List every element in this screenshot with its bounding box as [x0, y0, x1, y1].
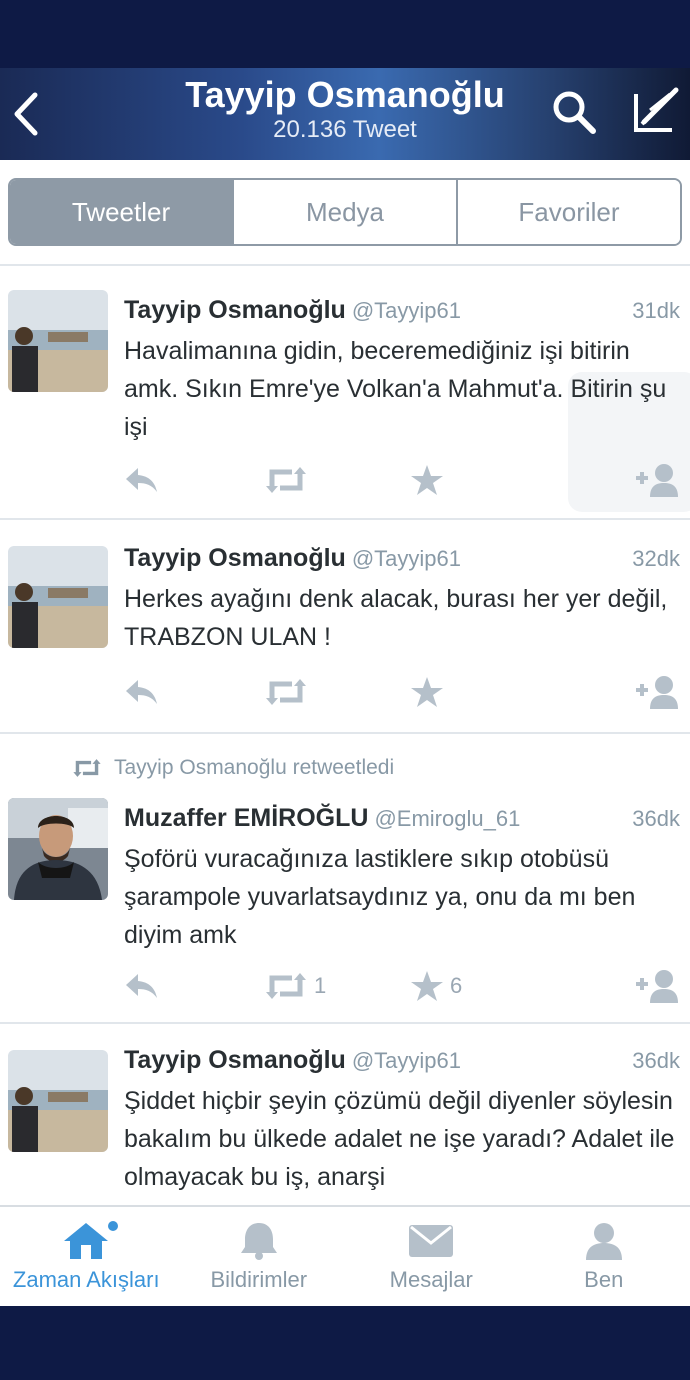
- tab-label: Ben: [584, 1267, 624, 1292]
- star-icon: [411, 677, 443, 707]
- tweet-author[interactable]: Tayyip Osmanoğlu: [124, 1046, 346, 1074]
- tweet-actions: 1 6: [124, 966, 684, 1006]
- content-area: Tweetler Medya Favoriler Tayyip Osmanoğl…: [0, 160, 690, 1205]
- favorite-button[interactable]: [410, 460, 444, 500]
- tweet-handle[interactable]: @Emiroglu_61: [374, 806, 520, 831]
- tweet-item[interactable]: Tayyip Osmanoğlu @Tayyip61 32dk Herkes ay…: [0, 518, 690, 732]
- tweet-item[interactable]: Tayyip Osmanoğlu @Tayyip61 36dk Şiddet hi…: [0, 1022, 690, 1205]
- follow-button[interactable]: [634, 672, 682, 712]
- search-icon: [553, 91, 596, 134]
- favorite-count: 6: [450, 973, 463, 998]
- tweet-handle[interactable]: @Tayyip61: [352, 298, 461, 323]
- tweet-actions: [124, 460, 684, 500]
- search-button[interactable]: [548, 86, 600, 138]
- follow-button[interactable]: [634, 460, 682, 500]
- compose-icon: [634, 87, 679, 132]
- favorite-button[interactable]: 6: [410, 966, 462, 1006]
- avatar-photo: [8, 290, 108, 392]
- add-user-icon: [636, 970, 678, 1003]
- retweet-icon: [266, 467, 306, 493]
- top-band: [0, 0, 690, 68]
- add-user-icon: [636, 464, 678, 497]
- tab-media[interactable]: Medya: [232, 180, 456, 244]
- tab-notifications[interactable]: Bildirimler: [173, 1207, 346, 1306]
- retweet-button[interactable]: 1: [264, 966, 326, 1006]
- star-icon: [411, 465, 443, 495]
- tweet-text: Herkes ayağını denk alacak, burası her y…: [124, 585, 668, 651]
- bottom-tab-bar: Zaman Akışları Bildirimler Mesajlar Ben: [0, 1205, 690, 1306]
- avatar-photo: [8, 798, 108, 900]
- tweet-time: 32dk: [632, 546, 680, 571]
- add-user-icon: [636, 676, 678, 709]
- tweet-author[interactable]: Tayyip Osmanoğlu: [124, 296, 346, 324]
- compose-button[interactable]: [630, 84, 684, 138]
- bottom-band: [0, 1306, 690, 1380]
- tweet-time: 36dk: [632, 806, 680, 831]
- profile-header: Tayyip Osmanoğlu 20.136 Tweet: [0, 68, 690, 160]
- tweet-author[interactable]: Tayyip Osmanoğlu: [124, 544, 346, 572]
- avatar-photo: [8, 1050, 108, 1152]
- tweet-item[interactable]: Tayyip Osmanoğlu @Tayyip61 31dk Havaliman…: [0, 264, 690, 518]
- envelope-icon: [409, 1225, 454, 1257]
- tab-label: Mesajlar: [389, 1267, 473, 1292]
- tweet-time: 31dk: [632, 298, 680, 323]
- tweet-text: Şoförü vuracağınıza lastiklere sıkıp oto…: [124, 845, 636, 949]
- tab-favorites[interactable]: Favoriler: [456, 180, 680, 244]
- star-icon: [411, 971, 443, 1001]
- tweet-text: Havalimanına gidin, beceremediğiniz işi …: [124, 337, 667, 441]
- tab-label: Zaman Akışları: [12, 1267, 160, 1292]
- retweet-count: 1: [314, 973, 327, 998]
- tweet-item[interactable]: Tayyip Osmanoğlu retweetledi Muzaffer EM…: [0, 732, 690, 1022]
- reply-icon: [126, 468, 157, 492]
- tweet-actions: [124, 672, 684, 712]
- retweeted-by[interactable]: Tayyip Osmanoğlu retweetledi: [114, 756, 394, 780]
- person-icon: [585, 1223, 622, 1260]
- reply-button[interactable]: [124, 672, 160, 712]
- retweet-icon: [266, 973, 306, 999]
- reply-icon: [126, 974, 157, 998]
- avatar[interactable]: [8, 290, 108, 392]
- home-icon: [64, 1223, 109, 1259]
- tweet-text: Şiddet hiçbir şeyin çözümü değil diyenle…: [124, 1087, 675, 1191]
- reply-icon: [126, 680, 157, 704]
- retweet-button[interactable]: [264, 672, 308, 712]
- avatar[interactable]: [8, 1050, 108, 1152]
- tab-label: Bildirimler: [210, 1267, 308, 1292]
- follow-button[interactable]: [634, 966, 682, 1006]
- retweet-button[interactable]: [264, 460, 308, 500]
- tab-tweets[interactable]: Tweetler: [10, 180, 232, 244]
- segmented-control: Tweetler Medya Favoriler: [8, 178, 682, 246]
- tweet-handle[interactable]: @Tayyip61: [352, 1048, 461, 1073]
- tab-messages[interactable]: Mesajlar: [345, 1207, 518, 1306]
- tweet-author[interactable]: Muzaffer EMİROĞLU: [124, 804, 368, 832]
- bell-icon: [240, 1223, 277, 1260]
- favorite-button[interactable]: [410, 672, 444, 712]
- tab-me[interactable]: Ben: [518, 1207, 690, 1306]
- avatar-photo: [8, 546, 108, 648]
- retweet-icon: [73, 759, 101, 777]
- reply-button[interactable]: [124, 966, 160, 1006]
- tweet-handle[interactable]: @Tayyip61: [352, 546, 461, 571]
- notification-dot: [108, 1221, 118, 1231]
- tab-timelines[interactable]: Zaman Akışları: [0, 1207, 173, 1306]
- tweet-time: 36dk: [632, 1048, 680, 1073]
- avatar[interactable]: [8, 798, 108, 900]
- reply-button[interactable]: [124, 460, 160, 500]
- retweet-icon: [266, 679, 306, 705]
- avatar[interactable]: [8, 546, 108, 648]
